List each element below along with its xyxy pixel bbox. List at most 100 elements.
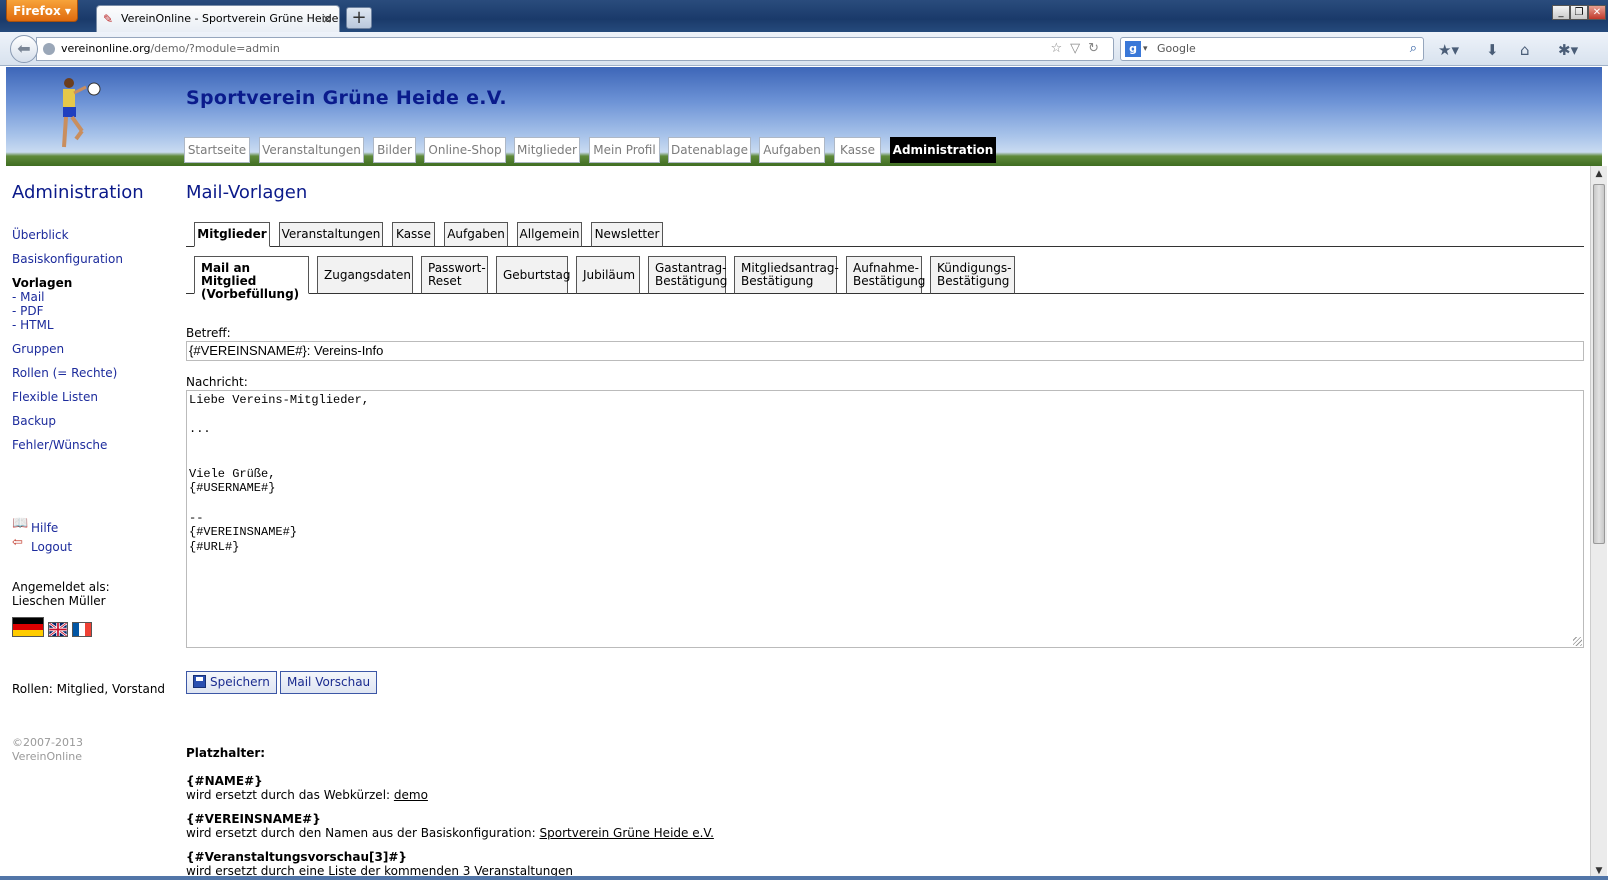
placeholder-link-vereinsname[interactable]: Sportverein Grüne Heide e.V. xyxy=(540,826,714,840)
tab-mail-an-mitglied[interactable]: Mail an Mitglied (Vorbefüllung) xyxy=(194,256,309,301)
url-path: /demo/?module=admin xyxy=(150,42,280,55)
nav-aufgaben[interactable]: Aufgaben xyxy=(759,137,825,163)
placeholder-desc: wird ersetzt durch den Namen aus der Bas… xyxy=(186,826,714,840)
bookmarks-icon[interactable]: ★▾ xyxy=(1438,41,1459,59)
sidebar-link-gruppen[interactable]: Gruppen xyxy=(12,342,64,356)
message-label: Nachricht: xyxy=(186,375,248,389)
tab-veranstaltungen[interactable]: Veranstaltungen xyxy=(279,222,383,247)
nav-datenablage[interactable]: Datenablage xyxy=(668,137,751,163)
nav-kasse[interactable]: Kasse xyxy=(834,137,881,163)
placeholder-desc-text: wird ersetzt durch das Webkürzel: xyxy=(186,788,394,802)
sidebar-link-vorlagen[interactable]: Vorlagen xyxy=(12,276,72,290)
sidebar-link-overview[interactable]: Überblick xyxy=(12,228,69,242)
close-window-icon[interactable]: ✕ xyxy=(1588,5,1606,20)
uk-flag-icon[interactable] xyxy=(48,622,68,637)
sidebar-link-fehler[interactable]: Fehler/Wünsche xyxy=(12,438,107,452)
nav-mitglieder[interactable]: Mitglieder xyxy=(514,137,580,163)
bookmark-star-icon[interactable]: ☆ xyxy=(1050,41,1070,56)
nav-online-shop[interactable]: Online-Shop xyxy=(424,137,506,163)
mail-preview-button[interactable]: Mail Vorschau xyxy=(280,671,378,694)
url-actions: ☆▽↻ xyxy=(1050,38,1107,60)
tab-kuendigung[interactable]: Kündigungs- Bestätigung xyxy=(930,256,1015,294)
football-player-logo xyxy=(62,78,101,148)
restore-icon[interactable]: ❐ xyxy=(1570,5,1588,20)
search-icon[interactable]: ⌕ xyxy=(1410,38,1417,60)
sidebar-link-basisconfig[interactable]: Basiskonfiguration xyxy=(12,252,123,266)
history-dropdown-icon[interactable]: ▽ xyxy=(1070,41,1088,56)
tab-passwort-reset[interactable]: Passwort- Reset xyxy=(421,256,488,294)
minimize-icon[interactable]: _ xyxy=(1552,5,1570,20)
tab-aufnahme[interactable]: Aufnahme- Bestätigung xyxy=(846,256,925,294)
tab-newsletter[interactable]: Newsletter xyxy=(591,222,663,247)
sidebar-link-html[interactable]: - HTML xyxy=(12,318,54,332)
placeholder-link-demo[interactable]: demo xyxy=(394,788,428,802)
save-button-label: Speichern xyxy=(210,675,270,689)
url-host: vereinonline.org xyxy=(61,42,151,55)
sidebar-link-pdf[interactable]: - PDF xyxy=(12,304,44,318)
tab-zugangsdaten[interactable]: Zugangsdaten xyxy=(317,256,413,294)
logged-in-label: Angemeldet als: xyxy=(12,580,110,594)
site-title: Sportverein Grüne Heide e.V. xyxy=(186,87,507,109)
resize-grip-icon[interactable] xyxy=(1573,637,1582,646)
template-type-tabs: Mail an Mitglied (Vorbefüllung) Zugangsd… xyxy=(186,256,1584,301)
message-textarea[interactable]: Liebe Vereins-Mitglieder, ... Viele Grüß… xyxy=(186,390,1584,648)
search-bar[interactable]: g ▾ Google ⌕ xyxy=(1120,37,1424,61)
tab-gastantrag[interactable]: Gastantrag- Bestätigung xyxy=(648,256,727,294)
sidebar-link-backup[interactable]: Backup xyxy=(12,414,56,428)
save-button[interactable]: Speichern xyxy=(186,671,277,694)
window-bottom-border xyxy=(0,876,1608,880)
french-flag-icon[interactable] xyxy=(72,622,92,637)
nav-administration[interactable]: Administration xyxy=(890,137,996,163)
nav-mein-profil[interactable]: Mein Profil xyxy=(589,137,660,163)
scrollbar-thumb[interactable] xyxy=(1593,184,1605,544)
page-title: Mail-Vorlagen xyxy=(186,182,308,203)
url-bar[interactable]: vereinonline.org/demo/?module=admin ☆▽↻ xyxy=(36,37,1114,61)
sidebar-link-mail[interactable]: - Mail xyxy=(12,290,45,304)
browser-navbar: vereinonline.org/demo/?module=admin ☆▽↻ … xyxy=(0,32,1608,66)
sidebar-link-flexible-listen[interactable]: Flexible Listen xyxy=(12,390,98,404)
german-flag-icon[interactable] xyxy=(12,617,44,637)
template-category-tabs: Mitglieder Veranstaltungen Kasse Aufgabe… xyxy=(186,222,1584,247)
home-icon[interactable]: ⌂ xyxy=(1520,41,1530,59)
logout-arrow-icon: ⇦ xyxy=(12,535,23,550)
help-link[interactable]: Hilfe xyxy=(31,521,58,535)
browser-tab[interactable]: ✎ VereinOnline - Sportverein Grüne Heide… xyxy=(96,5,340,32)
search-engine-dropdown-icon[interactable]: ▾ xyxy=(1143,38,1148,60)
placeholder-name: {#VEREINSNAME#} xyxy=(186,812,321,826)
help-book-icon: 📖 xyxy=(12,516,29,531)
tab-mitgliedsantrag[interactable]: Mitgliedsantrag- Bestätigung xyxy=(734,256,839,294)
search-input[interactable]: Google xyxy=(1157,42,1196,55)
subject-input[interactable]: {#VEREINSNAME#}: Vereins-Info xyxy=(186,341,1584,361)
site-favicon-icon: ✎ xyxy=(103,12,114,26)
placeholder-desc: wird ersetzt durch das Webkürzel: demo xyxy=(186,788,428,802)
nav-startseite[interactable]: Startseite xyxy=(184,137,250,163)
tab-aufgaben[interactable]: Aufgaben xyxy=(444,222,508,247)
tab-mitglieder[interactable]: Mitglieder xyxy=(194,222,270,247)
google-icon: g xyxy=(1125,41,1141,57)
logout-link[interactable]: Logout xyxy=(31,540,72,554)
subject-label: Betreff: xyxy=(186,326,231,340)
placeholders-heading: Platzhalter: xyxy=(186,746,266,760)
roles-text: Rollen: Mitglied, Vorstand xyxy=(12,682,166,696)
nav-bilder[interactable]: Bilder xyxy=(373,137,416,163)
floppy-disk-icon xyxy=(193,675,206,688)
tab-allgemein[interactable]: Allgemein xyxy=(517,222,582,247)
sidebar-link-rollen[interactable]: Rollen (= Rechte) xyxy=(12,366,117,380)
tab-jubilaeum[interactable]: Jubiläum xyxy=(576,256,640,294)
nav-veranstaltungen[interactable]: Veranstaltungen xyxy=(259,137,364,163)
close-tab-icon[interactable]: × xyxy=(322,6,332,32)
sidebar-heading: Administration xyxy=(12,182,144,203)
downloads-icon[interactable]: ⬇ xyxy=(1486,41,1499,59)
new-tab-button[interactable]: + xyxy=(346,7,372,29)
tab-kasse[interactable]: Kasse xyxy=(392,222,435,247)
scroll-up-icon[interactable]: ▲ xyxy=(1591,166,1607,182)
back-button[interactable]: ⬅ xyxy=(10,35,38,63)
page-scrollbar[interactable]: ▲ ▼ xyxy=(1590,166,1607,879)
reload-icon[interactable]: ↻ xyxy=(1088,41,1107,56)
tab-geburtstag[interactable]: Geburtstag xyxy=(496,256,570,294)
placeholder-name: {#NAME#} xyxy=(186,774,263,788)
firefox-menu-button[interactable]: Firefox ▾ xyxy=(6,0,78,22)
addon-icon[interactable]: ✱▾ xyxy=(1558,41,1578,59)
globe-icon xyxy=(43,43,55,55)
site-header: Sportverein Grüne Heide e.V. Startseite … xyxy=(6,67,1602,166)
